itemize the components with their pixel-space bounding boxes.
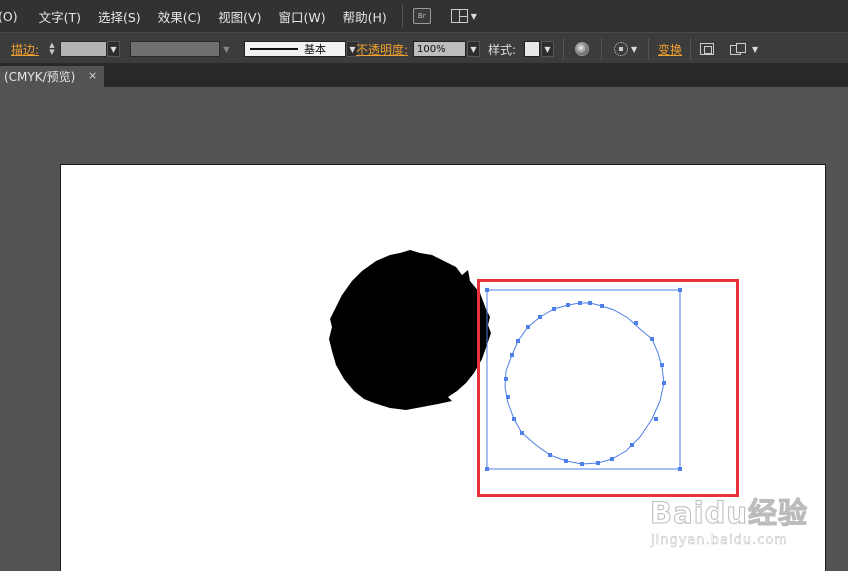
anchor-point[interactable] — [504, 377, 508, 381]
brush-definition-field[interactable]: 基本 — [244, 41, 346, 57]
bbox-handle[interactable] — [485, 467, 489, 471]
stroke-label[interactable]: 描边: — [11, 41, 39, 58]
bbox-handle[interactable] — [485, 288, 489, 292]
anchor-point[interactable] — [650, 337, 654, 341]
menu-window[interactable]: 窗口(W) — [278, 7, 334, 26]
anchor-point[interactable] — [538, 315, 542, 319]
bbox-handle[interactable] — [678, 288, 682, 292]
opacity-dropdown[interactable]: ▼ — [467, 41, 480, 57]
chevron-down-icon: ▼ — [223, 44, 230, 54]
anchor-point[interactable] — [520, 431, 524, 435]
anchor-point[interactable] — [634, 321, 638, 325]
anchor-point[interactable] — [510, 353, 514, 357]
style-label: 样式: — [488, 42, 517, 57]
menu-select[interactable]: 选择(S) — [98, 7, 150, 26]
control-bar: 描边: ▲ ▼ ▼ ▼ 基本 ▼ 不透明度: 100% ▼ 样式: ▼ ▼ 变换… — [0, 32, 848, 64]
anchor-point[interactable] — [600, 304, 604, 308]
recolor-artwork-icon[interactable] — [575, 42, 589, 56]
anchor-point[interactable] — [578, 301, 582, 305]
anchor-point[interactable] — [660, 363, 664, 367]
variable-width-dropdown[interactable]: ▼ — [220, 41, 233, 57]
chevron-down-icon: ▼ — [110, 44, 117, 54]
transform-bounds-icon[interactable] — [700, 43, 714, 55]
anchor-points — [504, 301, 666, 466]
document-tab[interactable]: (CMYK/预览) × — [0, 66, 104, 87]
anchor-point[interactable] — [512, 417, 516, 421]
anchor-point[interactable] — [552, 307, 556, 311]
anchor-point[interactable] — [516, 339, 520, 343]
graphic-style-dropdown[interactable]: ▼ — [541, 41, 554, 57]
anchor-point[interactable] — [654, 417, 658, 421]
anchor-point[interactable] — [506, 395, 510, 399]
selection-bounding-box[interactable] — [486, 289, 681, 470]
anchor-point[interactable] — [526, 325, 530, 329]
separator — [648, 38, 649, 60]
menu-view[interactable]: 视图(V) — [218, 7, 270, 26]
chevron-down-icon: ▼ — [544, 44, 551, 54]
variable-width-field[interactable] — [130, 41, 220, 57]
chevron-down-icon[interactable]: ▼ — [631, 45, 637, 54]
arrange-documents-button[interactable]: ▼ — [450, 9, 477, 23]
chevron-down-icon: ▼ — [470, 11, 477, 21]
watermark-url: jingyan.baidu.com — [651, 533, 788, 548]
anchor-point[interactable] — [630, 443, 634, 447]
watermark-logo: Baidu经验 — [649, 496, 809, 531]
stroke-weight-stepper[interactable]: ▲ ▼ — [46, 41, 58, 57]
bridge-icon[interactable]: Br — [412, 8, 431, 24]
menu-type[interactable]: 文字(T) — [39, 7, 90, 26]
menu-object[interactable]: (O) — [0, 9, 27, 24]
stroke-weight-dropdown[interactable]: ▼ — [107, 41, 120, 57]
document-tab-label: (CMYK/预览) — [4, 70, 76, 84]
brush-definition-label: 基本 — [304, 43, 326, 56]
anchor-point[interactable] — [596, 461, 600, 465]
brush-stroke-preview — [250, 48, 298, 50]
opacity-label[interactable]: 不透明度: — [356, 41, 408, 58]
separator — [563, 38, 564, 60]
chevron-down-icon: ▼ — [349, 44, 356, 54]
menu-effect[interactable]: 效果(C) — [158, 7, 210, 26]
transform-link[interactable]: 变换 — [658, 41, 682, 58]
black-rough-circle[interactable] — [329, 250, 491, 410]
separator — [601, 38, 602, 60]
anchor-point[interactable] — [588, 301, 592, 305]
highlight-box — [477, 279, 739, 497]
close-icon[interactable]: × — [88, 69, 97, 82]
anchor-point[interactable] — [662, 381, 666, 385]
anchor-point[interactable] — [566, 303, 570, 307]
menu-bar: (O) 文字(T) 选择(S) 效果(C) 视图(V) 窗口(W) 帮助(H) … — [0, 0, 848, 32]
anchor-point[interactable] — [580, 462, 584, 466]
isolate-group-icon[interactable] — [730, 43, 746, 55]
stroke-weight-field[interactable] — [60, 41, 107, 57]
chevron-down-icon[interactable]: ▼ — [752, 45, 758, 54]
menu-separator — [401, 5, 403, 27]
arrange-documents-icon — [450, 9, 468, 23]
chevron-down-icon: ▼ — [49, 48, 55, 56]
canvas-area[interactable]: Baidu经验 jingyan.baidu.com — [0, 87, 848, 571]
anchor-point[interactable] — [564, 459, 568, 463]
align-to-selection-icon[interactable] — [614, 42, 628, 56]
bridge-label: Br — [417, 12, 426, 20]
anchor-point[interactable] — [548, 453, 552, 457]
anchor-point[interactable] — [610, 457, 614, 461]
menu-help[interactable]: 帮助(H) — [343, 7, 396, 26]
document-tab-bar: (CMYK/预览) × — [0, 64, 848, 87]
bbox-handle[interactable] — [678, 467, 682, 471]
graphic-style-swatch[interactable] — [524, 41, 540, 57]
separator — [690, 38, 691, 60]
opacity-input[interactable]: 100% — [413, 41, 466, 57]
chevron-down-icon: ▼ — [470, 44, 477, 54]
